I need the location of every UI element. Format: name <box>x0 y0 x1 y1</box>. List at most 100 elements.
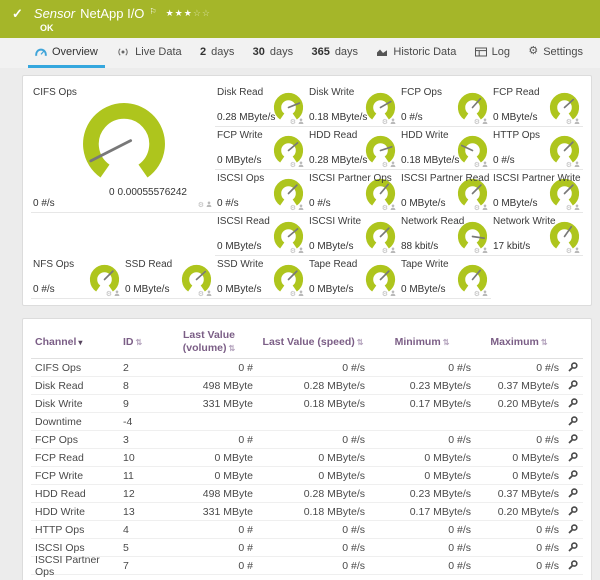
gauge-settings-icon[interactable]: ⚙ <box>474 205 480 212</box>
gauge-settings-icon[interactable]: ⚙ <box>290 119 296 126</box>
cell-id: 9 <box>123 397 129 410</box>
gauge-iscsi-ops[interactable]: ISCSI Ops 0 #/s ⚙ <box>215 170 307 213</box>
gauge-iscsi-partner-ops[interactable]: ISCSI Partner Ops 0 #/s ⚙ <box>307 170 399 213</box>
gauge-user-icon[interactable] <box>482 161 488 169</box>
gauge-iscsi-read[interactable]: ISCSI Read 0 MByte/s ⚙ <box>215 213 307 256</box>
gauge-tape-read[interactable]: Tape Read 0 MByte/s ⚙ <box>307 256 399 299</box>
gauge-settings-icon[interactable]: ⚙ <box>290 248 296 255</box>
gauge-user-icon[interactable] <box>298 247 304 255</box>
column-header-last-value-volume[interactable]: Last Value (volume) ⇅ <box>161 329 257 353</box>
gauge-user-icon[interactable] <box>574 247 580 255</box>
gauge-user-icon[interactable] <box>298 161 304 169</box>
gauge-settings-icon[interactable]: ⚙ <box>474 248 480 255</box>
gauge-settings-icon[interactable]: ⚙ <box>474 119 480 126</box>
channel-settings-icon[interactable] <box>563 450 583 465</box>
channel-settings-icon[interactable] <box>563 558 583 573</box>
cell-last-value-volume: 0 # <box>238 433 253 446</box>
gauge-network-read[interactable]: Network Read 88 kbit/s ⚙ <box>399 213 491 256</box>
column-header-id[interactable]: ID ⇅ <box>119 336 161 348</box>
gauge-user-icon[interactable] <box>482 290 488 298</box>
channel-settings-icon[interactable] <box>563 378 583 393</box>
tab-2-days[interactable]: 2 days <box>193 38 241 68</box>
gauge-disk-write[interactable]: Disk Write 0.18 MByte/s ⚙ <box>307 84 399 127</box>
channel-settings-icon[interactable] <box>563 360 583 375</box>
gauge-settings-icon[interactable]: ⚙ <box>566 248 572 255</box>
gauge-settings-icon[interactable]: ⚙ <box>382 291 388 298</box>
gauge-user-icon[interactable] <box>574 204 580 212</box>
gauge-settings-icon[interactable]: ⚙ <box>566 162 572 169</box>
gauge-user-icon[interactable] <box>298 204 304 212</box>
gauge-hdd-read[interactable]: HDD Read 0.28 MByte/s ⚙ <box>307 127 399 170</box>
gauge-cifs-ops[interactable]: CIFS Ops 0 #/s 0 0.00055576242 ⚙ <box>31 84 215 213</box>
gauge-user-icon[interactable] <box>482 118 488 126</box>
gauge-user-icon[interactable] <box>482 247 488 255</box>
gauge-ssd-read[interactable]: SSD Read 0 MByte/s ⚙ <box>123 256 215 299</box>
column-header-maximum[interactable]: Maximum ⇅ <box>475 336 563 348</box>
gauge-hdd-write[interactable]: HDD Write 0.18 MByte/s ⚙ <box>399 127 491 170</box>
gauge-settings-icon[interactable]: ⚙ <box>106 291 112 298</box>
tab-overview[interactable]: Overview <box>28 38 105 68</box>
gauge-fcp-write[interactable]: FCP Write 0 MByte/s ⚙ <box>215 127 307 170</box>
gauge-nfs-ops[interactable]: NFS Ops 0 #/s ⚙ <box>31 256 123 299</box>
channel-settings-icon[interactable] <box>563 504 583 519</box>
gauge-user-icon[interactable] <box>206 290 212 298</box>
tab-30-days[interactable]: 30 days <box>246 38 301 68</box>
gauge-settings-icon[interactable]: ⚙ <box>382 119 388 126</box>
cell-channel: FCP Ops <box>35 433 78 446</box>
priority-stars[interactable]: ★★★☆☆ <box>166 8 211 19</box>
gauge-user-icon[interactable] <box>390 161 396 169</box>
gauge-iscsi-write[interactable]: ISCSI Write 0 MByte/s ⚙ <box>307 213 399 256</box>
gauge-settings-icon[interactable]: ⚙ <box>382 248 388 255</box>
channel-settings-icon[interactable] <box>563 414 583 429</box>
gauge-disk-read[interactable]: Disk Read 0.28 MByte/s ⚙ <box>215 84 307 127</box>
channel-settings-icon[interactable] <box>563 522 583 537</box>
gauge-http-ops[interactable]: HTTP Ops 0 #/s ⚙ <box>491 127 583 170</box>
gauge-settings-icon[interactable]: ⚙ <box>290 205 296 212</box>
gauge-user-icon[interactable] <box>114 290 120 298</box>
tab-log[interactable]: Log <box>468 38 517 68</box>
gauge-user-icon[interactable] <box>390 290 396 298</box>
channel-settings-icon[interactable] <box>563 396 583 411</box>
channel-settings-icon[interactable] <box>563 486 583 501</box>
gauge-label: FCP Write <box>217 130 263 141</box>
cell-minimum: 0.23 MByte/s <box>409 379 471 392</box>
gauge-user-icon[interactable] <box>482 204 488 212</box>
cell-last-value-speed: 0 #/s <box>342 361 365 374</box>
gauge-user-icon[interactable] <box>206 201 212 209</box>
gauge-user-icon[interactable] <box>574 161 580 169</box>
channel-settings-icon[interactable] <box>563 540 583 555</box>
tab-live-data[interactable]: Live Data <box>109 38 188 68</box>
gauge-iscsi-partner-write[interactable]: ISCSI Partner Write 0 MByte/s ⚙ <box>491 170 583 213</box>
gauge-settings-icon[interactable]: ⚙ <box>290 162 296 169</box>
gauge-settings-icon[interactable]: ⚙ <box>382 162 388 169</box>
gauge-user-icon[interactable] <box>298 290 304 298</box>
channel-settings-icon[interactable] <box>563 468 583 483</box>
gauge-settings-icon[interactable]: ⚙ <box>566 205 572 212</box>
column-header-channel[interactable]: Channel ▾ <box>31 336 119 348</box>
tab-365-days[interactable]: 365 days <box>304 38 365 68</box>
gauge-settings-icon[interactable]: ⚙ <box>474 162 480 169</box>
channel-settings-icon[interactable] <box>563 432 583 447</box>
gauge-ssd-write[interactable]: SSD Write 0 MByte/s ⚙ <box>215 256 307 299</box>
gauge-user-icon[interactable] <box>390 118 396 126</box>
tab-historic-data[interactable]: Historic Data <box>369 38 463 68</box>
gauge-settings-icon[interactable]: ⚙ <box>382 205 388 212</box>
column-header-minimum[interactable]: Minimum ⇅ <box>369 336 475 348</box>
tab-settings[interactable]: ⚙ Settings <box>521 38 590 68</box>
gauge-fcp-ops[interactable]: FCP Ops 0 #/s ⚙ <box>399 84 491 127</box>
gauge-settings-icon[interactable]: ⚙ <box>290 291 296 298</box>
gauge-label: ISCSI Partner Write <box>493 173 581 184</box>
gauge-settings-icon[interactable]: ⚙ <box>198 202 204 209</box>
gauge-user-icon[interactable] <box>390 247 396 255</box>
gauge-user-icon[interactable] <box>298 118 304 126</box>
gauge-settings-icon[interactable]: ⚙ <box>566 119 572 126</box>
gauge-settings-icon[interactable]: ⚙ <box>198 291 204 298</box>
column-header-last-value-speed[interactable]: Last Value (speed) ⇅ <box>257 336 369 348</box>
gauge-tape-write[interactable]: Tape Write 0 MByte/s ⚙ <box>399 256 491 299</box>
gauge-fcp-read[interactable]: FCP Read 0 MByte/s ⚙ <box>491 84 583 127</box>
gauge-settings-icon[interactable]: ⚙ <box>474 291 480 298</box>
gauge-network-write[interactable]: Network Write 17 kbit/s ⚙ <box>491 213 583 256</box>
gauge-user-icon[interactable] <box>574 118 580 126</box>
gauge-user-icon[interactable] <box>390 204 396 212</box>
gauge-iscsi-partner-read[interactable]: ISCSI Partner Read 0 MByte/s ⚙ <box>399 170 491 213</box>
